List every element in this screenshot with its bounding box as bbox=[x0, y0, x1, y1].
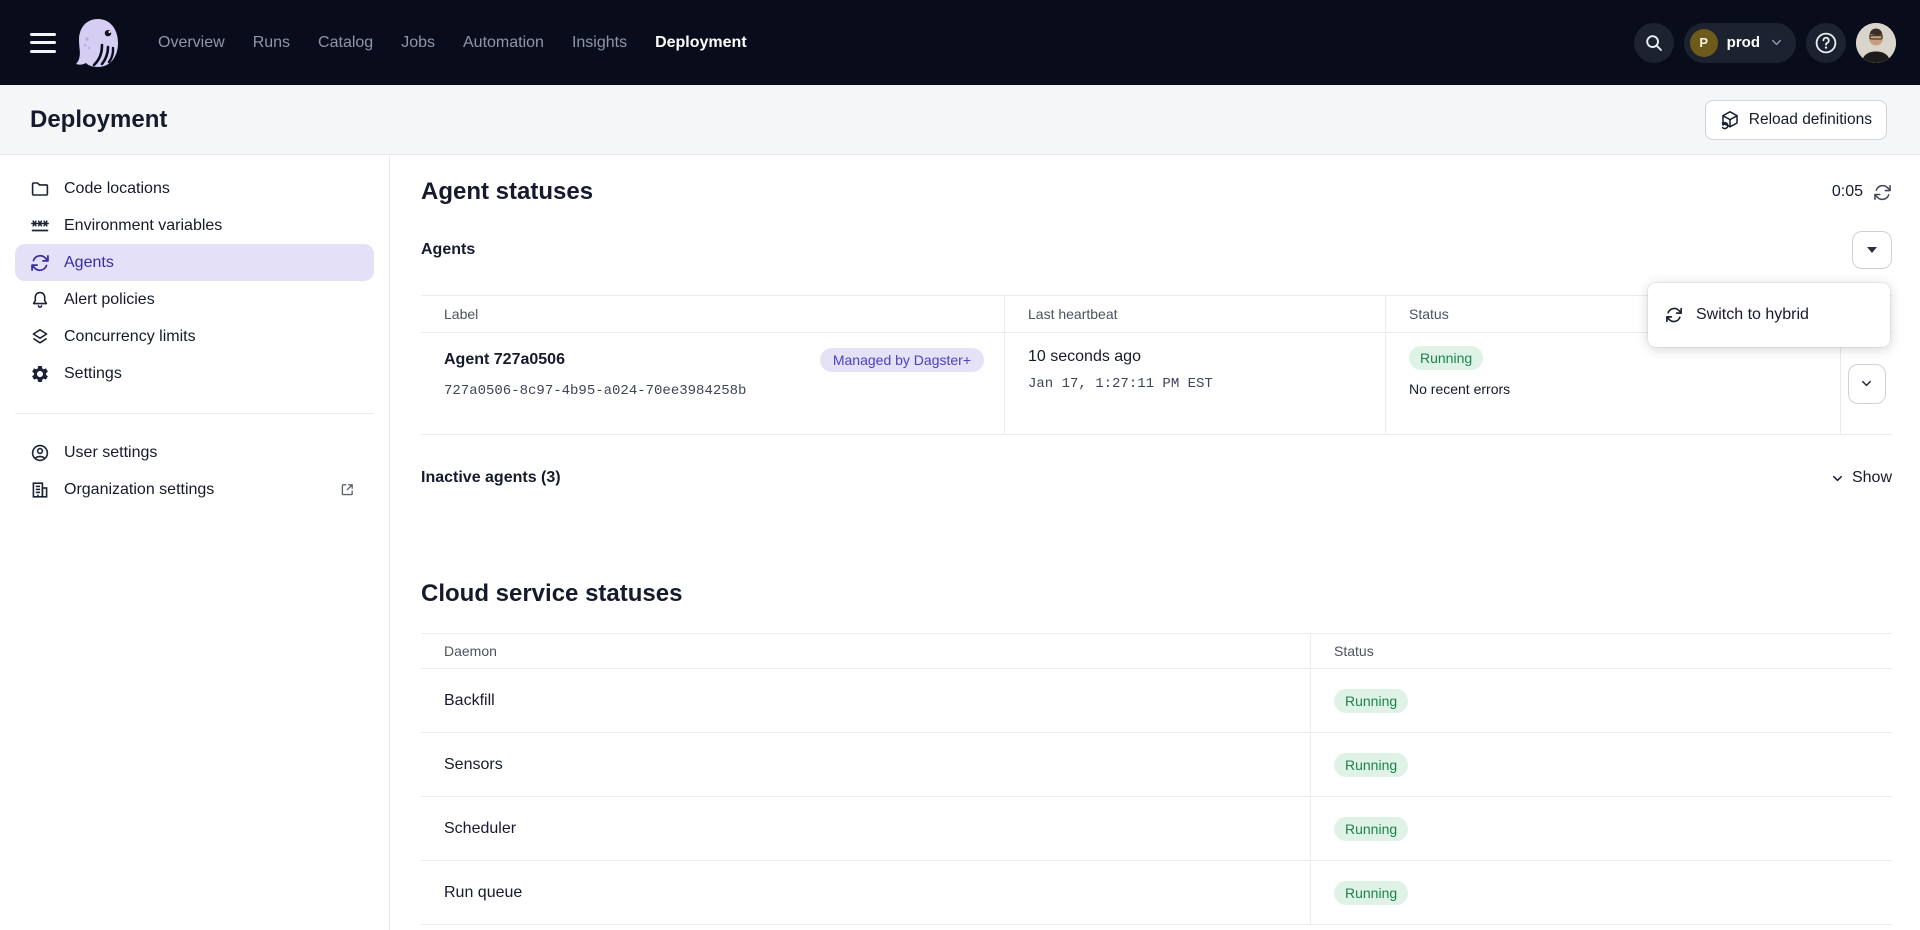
search-button[interactable] bbox=[1634, 23, 1674, 63]
help-icon bbox=[1813, 30, 1839, 56]
sidebar-item-alert-policies[interactable]: Alert policies bbox=[15, 281, 374, 318]
cloud-services-table: Daemon Status Backfill Running Sensors R… bbox=[421, 633, 1892, 925]
layers-icon bbox=[30, 327, 50, 347]
agent-status-badge: Running bbox=[1409, 346, 1483, 370]
sidebar-item-agents[interactable]: Agents bbox=[15, 244, 374, 281]
status-badge: Running bbox=[1334, 753, 1408, 777]
status-badge: Running bbox=[1334, 817, 1408, 841]
heartbeat-relative: 10 seconds ago bbox=[1028, 348, 1385, 366]
external-link-icon bbox=[339, 481, 356, 498]
main-content: Agent statuses 0:05 Agents Label Last he… bbox=[391, 155, 1920, 930]
dagster-logo[interactable] bbox=[72, 17, 124, 69]
reload-definitions-button[interactable]: Reload definitions bbox=[1705, 100, 1887, 140]
countdown-timer: 0:05 bbox=[1832, 183, 1863, 201]
sidebar-item-label: Settings bbox=[64, 365, 122, 383]
help-button[interactable] bbox=[1806, 23, 1846, 63]
reload-definitions-label: Reload definitions bbox=[1749, 111, 1872, 129]
sidebar-item-label: Environment variables bbox=[64, 217, 222, 235]
sidebar-item-environment-variables[interactable]: Environment variables bbox=[15, 207, 374, 244]
daemon-name: Run queue bbox=[421, 861, 1311, 924]
folder-icon bbox=[30, 179, 50, 199]
workspace-avatar: P bbox=[1690, 29, 1718, 57]
sidebar-item-label: Organization settings bbox=[64, 481, 214, 499]
agents-section-title: Agents bbox=[421, 241, 475, 259]
workspace-name: prod bbox=[1727, 34, 1760, 51]
agent-status-note: No recent errors bbox=[1409, 381, 1840, 397]
top-navbar: Overview Runs Catalog Jobs Automation In… bbox=[0, 0, 1920, 85]
column-header-label: Label bbox=[421, 296, 1005, 332]
menu-item-switch-to-hybrid[interactable]: Switch to hybrid bbox=[1648, 306, 1890, 324]
status-badge: Running bbox=[1334, 689, 1408, 713]
daemon-name: Scheduler bbox=[421, 797, 1311, 860]
inactive-agents-title: Inactive agents (3) bbox=[421, 469, 561, 487]
nav-item-jobs[interactable]: Jobs bbox=[401, 34, 435, 52]
agent-id: 727a0506-8c97-4b95-a024-70ee3984258b bbox=[444, 383, 984, 399]
column-header-last-heartbeat: Last heartbeat bbox=[1005, 296, 1386, 332]
nav-item-deployment[interactable]: Deployment bbox=[655, 34, 747, 52]
refresh-icon[interactable] bbox=[1873, 183, 1892, 202]
sidebar-item-concurrency-limits[interactable]: Concurrency limits bbox=[15, 318, 374, 355]
inactive-agents-show-toggle[interactable]: Show bbox=[1830, 469, 1892, 487]
show-label: Show bbox=[1852, 469, 1892, 487]
chevron-down-icon bbox=[1769, 35, 1784, 50]
caret-down-icon bbox=[1867, 247, 1877, 253]
sidebar-item-user-settings[interactable]: User settings bbox=[15, 434, 374, 471]
deployment-sidebar: Code locations Environment variables Age… bbox=[0, 155, 390, 930]
agent-cycle-icon bbox=[30, 253, 50, 273]
gear-icon bbox=[30, 364, 50, 384]
reload-definitions-icon bbox=[1720, 110, 1740, 130]
sidebar-item-label: Concurrency limits bbox=[64, 328, 196, 346]
daemon-name: Sensors bbox=[421, 733, 1311, 796]
nav-item-runs[interactable]: Runs bbox=[253, 34, 290, 52]
user-circle-icon bbox=[30, 443, 50, 463]
agent-cycle-icon bbox=[1665, 306, 1683, 324]
agent-row-expand-button[interactable] bbox=[1848, 364, 1886, 404]
nav-item-insights[interactable]: Insights bbox=[572, 34, 627, 52]
hamburger-menu-icon[interactable] bbox=[30, 33, 56, 53]
sidebar-item-label: User settings bbox=[64, 444, 157, 462]
cloud-service-statuses-title: Cloud service statuses bbox=[421, 577, 1892, 611]
sidebar-item-label: Code locations bbox=[64, 180, 170, 198]
heartbeat-timestamp: Jan 17, 1:27:11 PM EST bbox=[1028, 376, 1385, 392]
refresh-countdown: 0:05 bbox=[1832, 183, 1892, 202]
cloud-table-header: Daemon Status bbox=[421, 633, 1892, 669]
column-header-daemon: Daemon bbox=[421, 634, 1311, 668]
column-header-status: Status bbox=[1311, 634, 1892, 668]
search-icon bbox=[1644, 33, 1664, 53]
page-title: Deployment bbox=[30, 106, 167, 134]
agents-actions-menu: Switch to hybrid bbox=[1648, 283, 1890, 347]
user-avatar[interactable] bbox=[1856, 23, 1896, 63]
nav-item-catalog[interactable]: Catalog bbox=[318, 34, 373, 52]
managed-badge: Managed by Dagster+ bbox=[820, 348, 984, 372]
chevron-down-icon bbox=[1830, 471, 1845, 486]
table-row: Run queue Running bbox=[421, 861, 1892, 925]
agents-actions-dropdown-button[interactable] bbox=[1852, 231, 1892, 269]
building-icon bbox=[30, 480, 50, 500]
sidebar-item-organization-settings[interactable]: Organization settings bbox=[15, 471, 374, 508]
sidebar-item-label: Agents bbox=[64, 254, 114, 272]
page-header: Deployment Reload definitions bbox=[0, 85, 1920, 155]
sidebar-item-settings[interactable]: Settings bbox=[15, 355, 374, 392]
env-vars-icon bbox=[30, 216, 50, 236]
menu-item-label: Switch to hybrid bbox=[1696, 306, 1809, 324]
table-row: Backfill Running bbox=[421, 669, 1892, 733]
bell-icon bbox=[30, 290, 50, 310]
chevron-down-icon bbox=[1859, 376, 1874, 391]
sidebar-item-code-locations[interactable]: Code locations bbox=[15, 170, 374, 207]
agent-statuses-title: Agent statuses bbox=[421, 178, 593, 206]
sidebar-item-label: Alert policies bbox=[64, 291, 155, 309]
primary-nav: Overview Runs Catalog Jobs Automation In… bbox=[158, 34, 747, 52]
daemon-name: Backfill bbox=[421, 669, 1311, 732]
status-badge: Running bbox=[1334, 881, 1408, 905]
table-row: Scheduler Running bbox=[421, 797, 1892, 861]
sidebar-divider bbox=[15, 413, 374, 414]
agent-name: Agent 727a0506 bbox=[444, 351, 565, 369]
workspace-switcher[interactable]: P prod bbox=[1684, 23, 1796, 63]
nav-item-overview[interactable]: Overview bbox=[158, 34, 225, 52]
agent-row: Agent 727a0506 Managed by Dagster+ 727a0… bbox=[421, 333, 1892, 435]
table-row: Sensors Running bbox=[421, 733, 1892, 797]
nav-item-automation[interactable]: Automation bbox=[463, 34, 544, 52]
